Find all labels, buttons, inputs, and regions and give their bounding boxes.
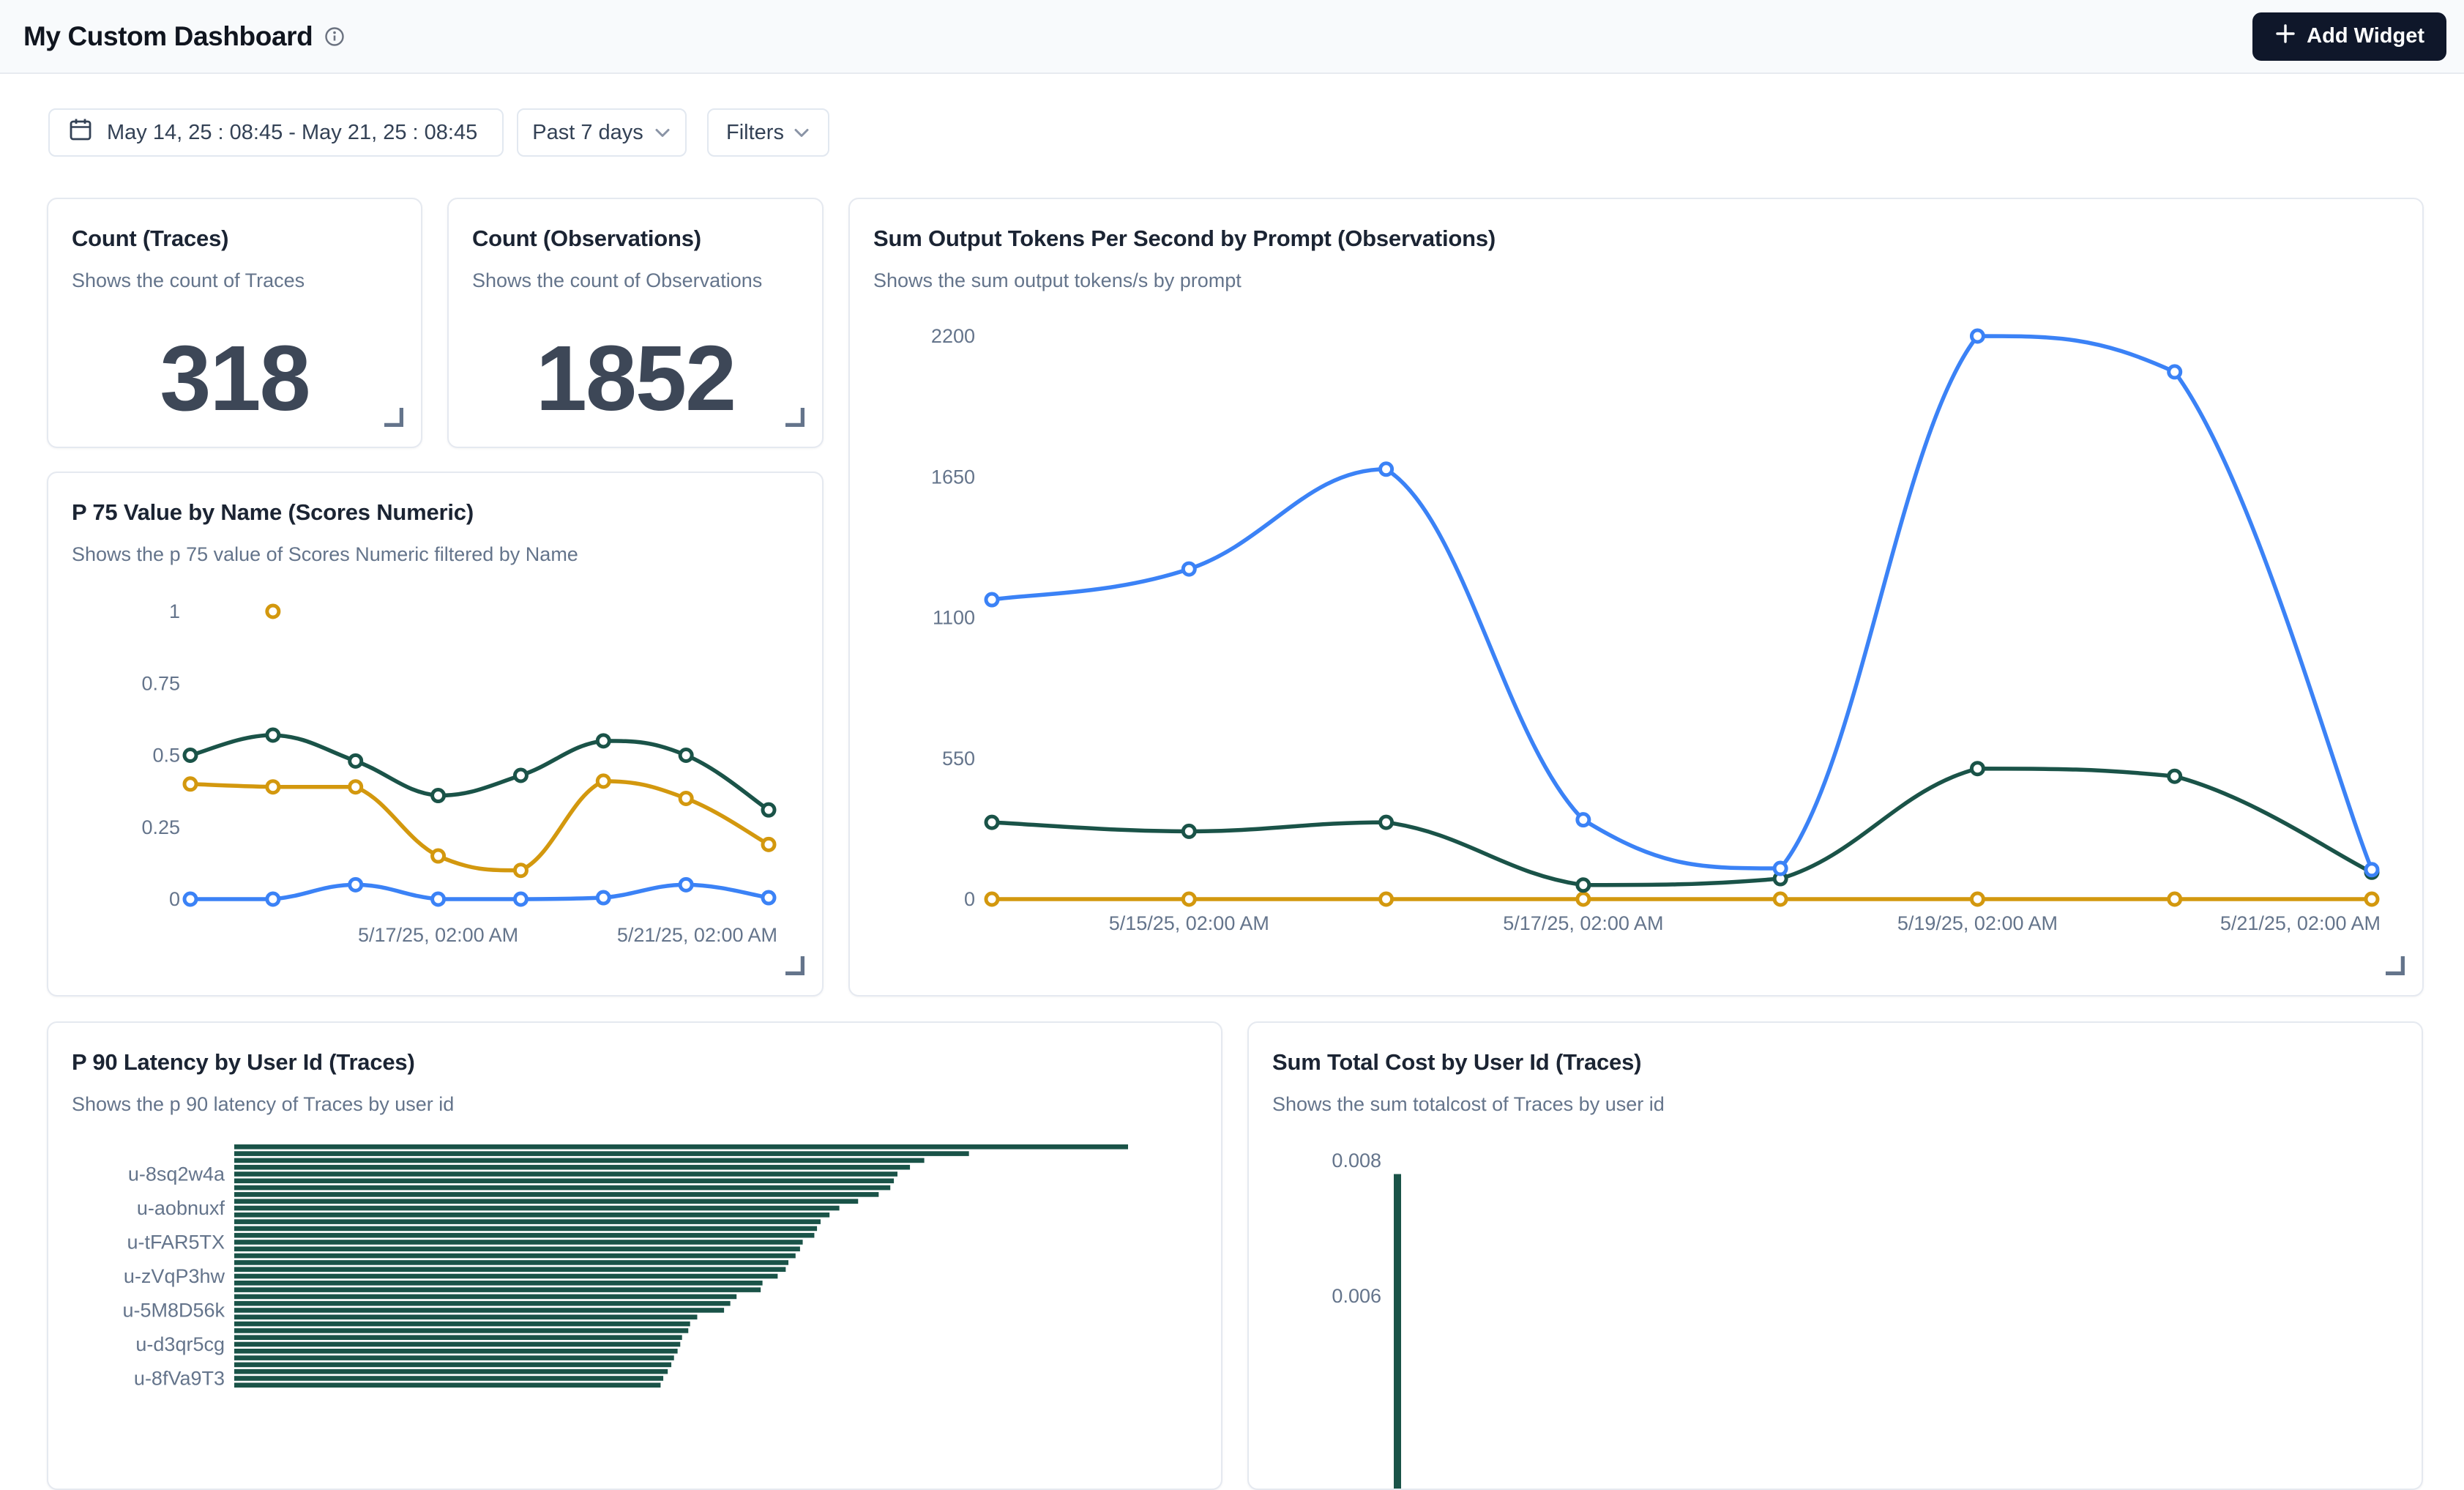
card-title: P 90 Latency by User Id (Traces) <box>72 1049 1198 1076</box>
svg-text:0.5: 0.5 <box>152 745 180 767</box>
svg-text:550: 550 <box>942 748 975 770</box>
card-title: Sum Total Cost by User Id (Traces) <box>1272 1049 2398 1076</box>
svg-text:5/21/25, 02:00 AM: 5/21/25, 02:00 AM <box>617 924 777 946</box>
chevron-down-icon <box>654 121 671 145</box>
svg-text:u-zVqP3hw: u-zVqP3hw <box>124 1265 225 1287</box>
info-icon[interactable] <box>324 26 345 47</box>
svg-text:u-d3qr5cg: u-d3qr5cg <box>135 1333 225 1355</box>
filters-label: Filters <box>726 121 784 145</box>
svg-text:u-tFAR5TX: u-tFAR5TX <box>127 1232 225 1254</box>
svg-text:5/21/25, 02:00 AM: 5/21/25, 02:00 AM <box>2220 912 2381 934</box>
svg-text:0.008: 0.008 <box>1332 1150 1381 1171</box>
time-preset-dropdown[interactable]: Past 7 days <box>517 108 687 157</box>
card-subtitle: Shows the sum totalcost of Traces by use… <box>1272 1093 2398 1116</box>
svg-text:2200: 2200 <box>931 325 975 347</box>
widget-card-count-traces: Count (Traces) Shows the count of Traces… <box>47 198 422 448</box>
svg-text:0: 0 <box>964 888 975 910</box>
svg-text:u-aobnuxf: u-aobnuxf <box>137 1197 225 1219</box>
svg-text:u-8sq2w4a: u-8sq2w4a <box>128 1163 225 1185</box>
svg-text:0.25: 0.25 <box>141 816 180 838</box>
time-preset-value: Past 7 days <box>532 121 643 145</box>
svg-text:0.006: 0.006 <box>1332 1285 1381 1307</box>
card-header: Sum Output Tokens Per Second by Prompt (… <box>850 199 2422 292</box>
svg-text:0: 0 <box>169 888 180 910</box>
svg-text:5/19/25, 02:00 AM: 5/19/25, 02:00 AM <box>1897 912 2058 934</box>
metric-value-wrap: 318 <box>48 309 421 447</box>
metric-value-wrap: 1852 <box>449 309 822 447</box>
card-header: P 75 Value by Name (Scores Numeric) Show… <box>48 473 822 566</box>
resize-handle[interactable] <box>784 406 804 431</box>
widget-card-sum-total-cost: Sum Total Cost by User Id (Traces) Shows… <box>1247 1021 2423 1490</box>
card-header: Count (Observations) Shows the count of … <box>449 199 822 292</box>
card-subtitle: Shows the p 90 latency of Traces by user… <box>72 1093 1198 1116</box>
svg-text:u-8fVa9T3: u-8fVa9T3 <box>134 1368 225 1390</box>
date-range-picker[interactable]: May 14, 25 : 08:45 - May 21, 25 : 08:45 <box>48 108 504 157</box>
card-subtitle: Shows the sum output tokens/s by prompt <box>873 269 2399 292</box>
svg-text:u-5M8D56k: u-5M8D56k <box>122 1300 225 1322</box>
svg-text:5/15/25, 02:00 AM: 5/15/25, 02:00 AM <box>1109 912 1269 934</box>
svg-text:5/17/25, 02:00 AM: 5/17/25, 02:00 AM <box>358 924 518 946</box>
svg-text:1650: 1650 <box>931 466 975 488</box>
sum-output-tokens-line-chart[interactable]: 0 550 1100 1650 2200 5/15/25, 02:00 AM 5/17/25… <box>850 199 2424 997</box>
widget-card-p75-value: P 75 Value by Name (Scores Numeric) Show… <box>47 472 824 997</box>
card-title: P 75 Value by Name (Scores Numeric) <box>72 499 799 526</box>
svg-text:5/17/25, 02:00 AM: 5/17/25, 02:00 AM <box>1503 912 1663 934</box>
card-header: P 90 Latency by User Id (Traces) Shows t… <box>48 1023 1221 1116</box>
svg-text:1: 1 <box>169 600 180 622</box>
svg-text:0.75: 0.75 <box>141 672 180 694</box>
card-title: Count (Observations) <box>472 226 799 252</box>
metric-value: 318 <box>160 325 309 431</box>
card-subtitle: Shows the p 75 value of Scores Numeric f… <box>72 543 799 566</box>
card-title: Count (Traces) <box>72 226 397 252</box>
calendar-icon <box>67 116 94 149</box>
dashboard-page: { "header": { "title": "My Custom Dashbo… <box>0 0 2464 1377</box>
card-title: Sum Output Tokens Per Second by Prompt (… <box>873 226 2399 252</box>
plus-icon <box>2274 23 2296 51</box>
add-widget-button[interactable]: Add Widget <box>2252 12 2446 61</box>
date-range-value: May 14, 25 : 08:45 - May 21, 25 : 08:45 <box>107 121 477 145</box>
widget-card-count-observations: Count (Observations) Shows the count of … <box>447 198 824 448</box>
filters-dropdown[interactable]: Filters <box>707 108 829 157</box>
chevron-down-icon <box>793 121 810 145</box>
resize-handle[interactable] <box>784 955 804 979</box>
metric-value: 1852 <box>536 325 735 431</box>
card-subtitle: Shows the count of Traces <box>72 269 397 292</box>
page-title: My Custom Dashboard <box>23 21 313 52</box>
widget-card-sum-output-tokens: Sum Output Tokens Per Second by Prompt (… <box>848 198 2424 997</box>
top-header-bar: My Custom Dashboard Add Widget <box>0 0 2464 74</box>
add-widget-label: Add Widget <box>2307 24 2424 48</box>
card-header: Sum Total Cost by User Id (Traces) Shows… <box>1249 1023 2422 1116</box>
svg-text:1100: 1100 <box>933 607 975 629</box>
resize-handle[interactable] <box>383 406 403 431</box>
widget-card-p90-latency: P 90 Latency by User Id (Traces) Shows t… <box>47 1021 1222 1490</box>
card-header: Count (Traces) Shows the count of Traces <box>48 199 421 292</box>
card-subtitle: Shows the count of Observations <box>472 269 799 292</box>
resize-handle[interactable] <box>2384 955 2405 979</box>
